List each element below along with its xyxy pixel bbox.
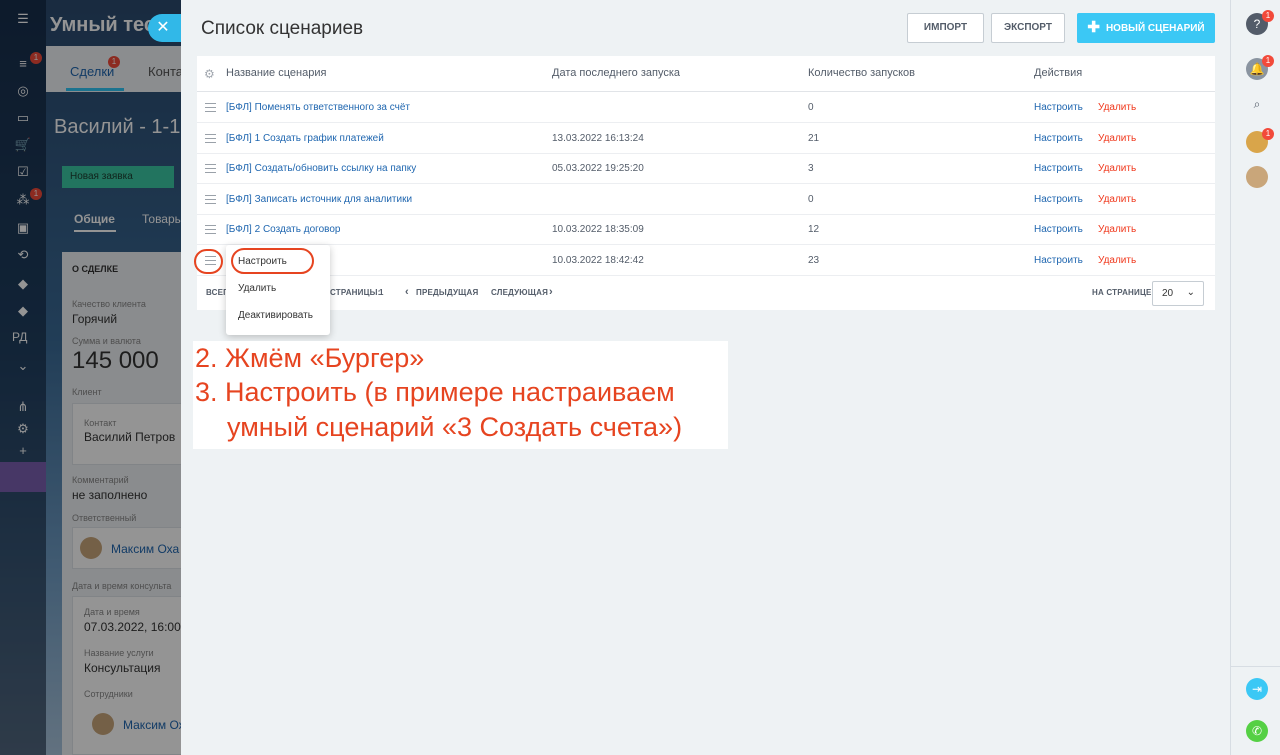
delete-link[interactable]: Удалить: [1098, 102, 1136, 113]
configure-link[interactable]: Настроить: [1034, 255, 1083, 266]
run-count: 23: [808, 255, 820, 266]
delete-link[interactable]: Удалить: [1098, 133, 1136, 144]
scenario-name-link[interactable]: [БФЛ] 1 Создать график платежей: [226, 133, 384, 144]
configure-link[interactable]: Настроить: [1034, 102, 1083, 113]
exit-icon[interactable]: ⇥: [1246, 678, 1268, 700]
rightbar-badge: 1: [1262, 55, 1274, 67]
per-page-value: 20: [1162, 288, 1174, 299]
plus-icon: ✚: [1087, 19, 1100, 36]
table-row: [БФЛ] Записать источник для аналитики 0 …: [197, 185, 1215, 215]
new-scenario-button[interactable]: ✚ НОВЫЙ СЦЕНАРИЙ: [1077, 13, 1215, 43]
column-header-name[interactable]: Название сценария: [226, 67, 326, 79]
import-button[interactable]: ИМПОРТ: [907, 13, 984, 43]
configure-link[interactable]: Настроить: [1034, 163, 1083, 174]
chevron-right-icon[interactable]: ›: [549, 286, 553, 298]
scenario-name-link[interactable]: [БФЛ] 2 Создать договор: [226, 224, 340, 235]
last-run-date: 13.03.2022 16:13:24: [552, 133, 644, 144]
rightbar-badge: 1: [1262, 10, 1274, 22]
column-header-actions: Действия: [1034, 67, 1083, 79]
page-number[interactable]: 1: [379, 288, 384, 297]
note-line: 2. Жмём «Бургер»: [195, 343, 425, 373]
delete-link[interactable]: Удалить: [1098, 224, 1136, 235]
scenarios-table: ⚙ Название сценария Дата последнего запу…: [197, 56, 1215, 310]
scenario-name-link[interactable]: [БФЛ] Записать источник для аналитики: [226, 194, 412, 205]
scenario-name-link[interactable]: [БФЛ] Создать/обновить ссылку на папку: [226, 163, 416, 174]
highlight-ring: [194, 249, 223, 274]
search-icon[interactable]: ⌕: [1246, 93, 1268, 115]
menu-item-delete[interactable]: Удалить: [238, 283, 276, 294]
rightbar-badge: 1: [1262, 128, 1274, 140]
page-title: Список сценариев: [201, 18, 364, 39]
run-count: 21: [808, 133, 820, 144]
menu-item-deactivate[interactable]: Деактивировать: [238, 310, 313, 321]
next-page-link[interactable]: СЛЕДУЮЩАЯ: [491, 288, 548, 297]
table-footer: ВСЕГО СТРАНИЦЫ: 1 ‹ ПРЕДЫДУЩАЯ СЛЕДУЮЩАЯ…: [197, 278, 1215, 310]
note-line: 3. Настроить (в примере настраиваем: [195, 377, 675, 407]
table-header: ⚙ Название сценария Дата последнего запу…: [197, 56, 1215, 92]
pages-label: СТРАНИЦЫ:: [330, 288, 381, 297]
per-page-select[interactable]: 20 ⌄: [1152, 281, 1204, 306]
run-count: 3: [808, 163, 814, 174]
burger-icon[interactable]: [205, 195, 216, 204]
configure-link[interactable]: Настроить: [1034, 224, 1083, 235]
run-count: 0: [808, 194, 814, 205]
table-row: [БФЛ] 2 Создать договор 10.03.2022 18:35…: [197, 215, 1215, 245]
burger-icon[interactable]: [205, 103, 216, 112]
last-run-date: 10.03.2022 18:42:42: [552, 255, 644, 266]
delete-link[interactable]: Удалить: [1098, 194, 1136, 205]
burger-icon[interactable]: [205, 225, 216, 234]
burger-icon[interactable]: [205, 134, 216, 143]
scenario-name-link[interactable]: [БФЛ] Поменять ответственного за счёт: [226, 102, 410, 113]
close-icon[interactable]: ✕: [148, 14, 182, 42]
delete-link[interactable]: Удалить: [1098, 255, 1136, 266]
last-run-date: 10.03.2022 18:35:09: [552, 224, 644, 235]
note-line: умный сценарий «3 Создать счета»): [227, 412, 683, 442]
configure-link[interactable]: Настроить: [1034, 133, 1083, 144]
run-count: 0: [808, 102, 814, 113]
table-row: [БФЛ] 1 Создать график платежей 13.03.20…: [197, 124, 1215, 154]
highlight-ring: [231, 248, 314, 274]
table-row: [БФЛ] Поменять ответственного за счёт 0 …: [197, 93, 1215, 123]
delete-link[interactable]: Удалить: [1098, 163, 1136, 174]
chevron-down-icon: ⌄: [1186, 287, 1195, 298]
configure-link[interactable]: Настроить: [1034, 194, 1083, 205]
column-header-count[interactable]: Количество запусков: [808, 67, 915, 79]
table-row: 10.03.2022 18:42:42 23 Настроить Удалить: [197, 246, 1215, 276]
prev-page-link[interactable]: ПРЕДЫДУЩАЯ: [416, 288, 478, 297]
avatar[interactable]: [1246, 166, 1268, 188]
table-row: [БФЛ] Создать/обновить ссылку на папку 0…: [197, 154, 1215, 184]
burger-icon[interactable]: [205, 164, 216, 173]
gear-icon[interactable]: ⚙: [204, 67, 215, 81]
column-header-date[interactable]: Дата последнего запуска: [552, 67, 680, 79]
right-sidebar: ? 1 🔔 1 ⌕ 1 ⇥ ✆: [1230, 0, 1280, 755]
chevron-left-icon[interactable]: ‹: [405, 286, 409, 298]
export-button[interactable]: ЭКСПОРТ: [991, 13, 1065, 43]
run-count: 12: [808, 224, 820, 235]
instruction-note: 2. Жмём «Бургер» 3. Настроить (в примере…: [193, 341, 728, 449]
per-page-label: НА СТРАНИЦЕ:: [1092, 288, 1155, 297]
phone-icon[interactable]: ✆: [1246, 720, 1268, 742]
divider: [1231, 666, 1280, 667]
last-run-date: 05.03.2022 19:25:20: [552, 163, 644, 174]
new-scenario-label: НОВЫЙ СЦЕНАРИЙ: [1105, 23, 1205, 34]
